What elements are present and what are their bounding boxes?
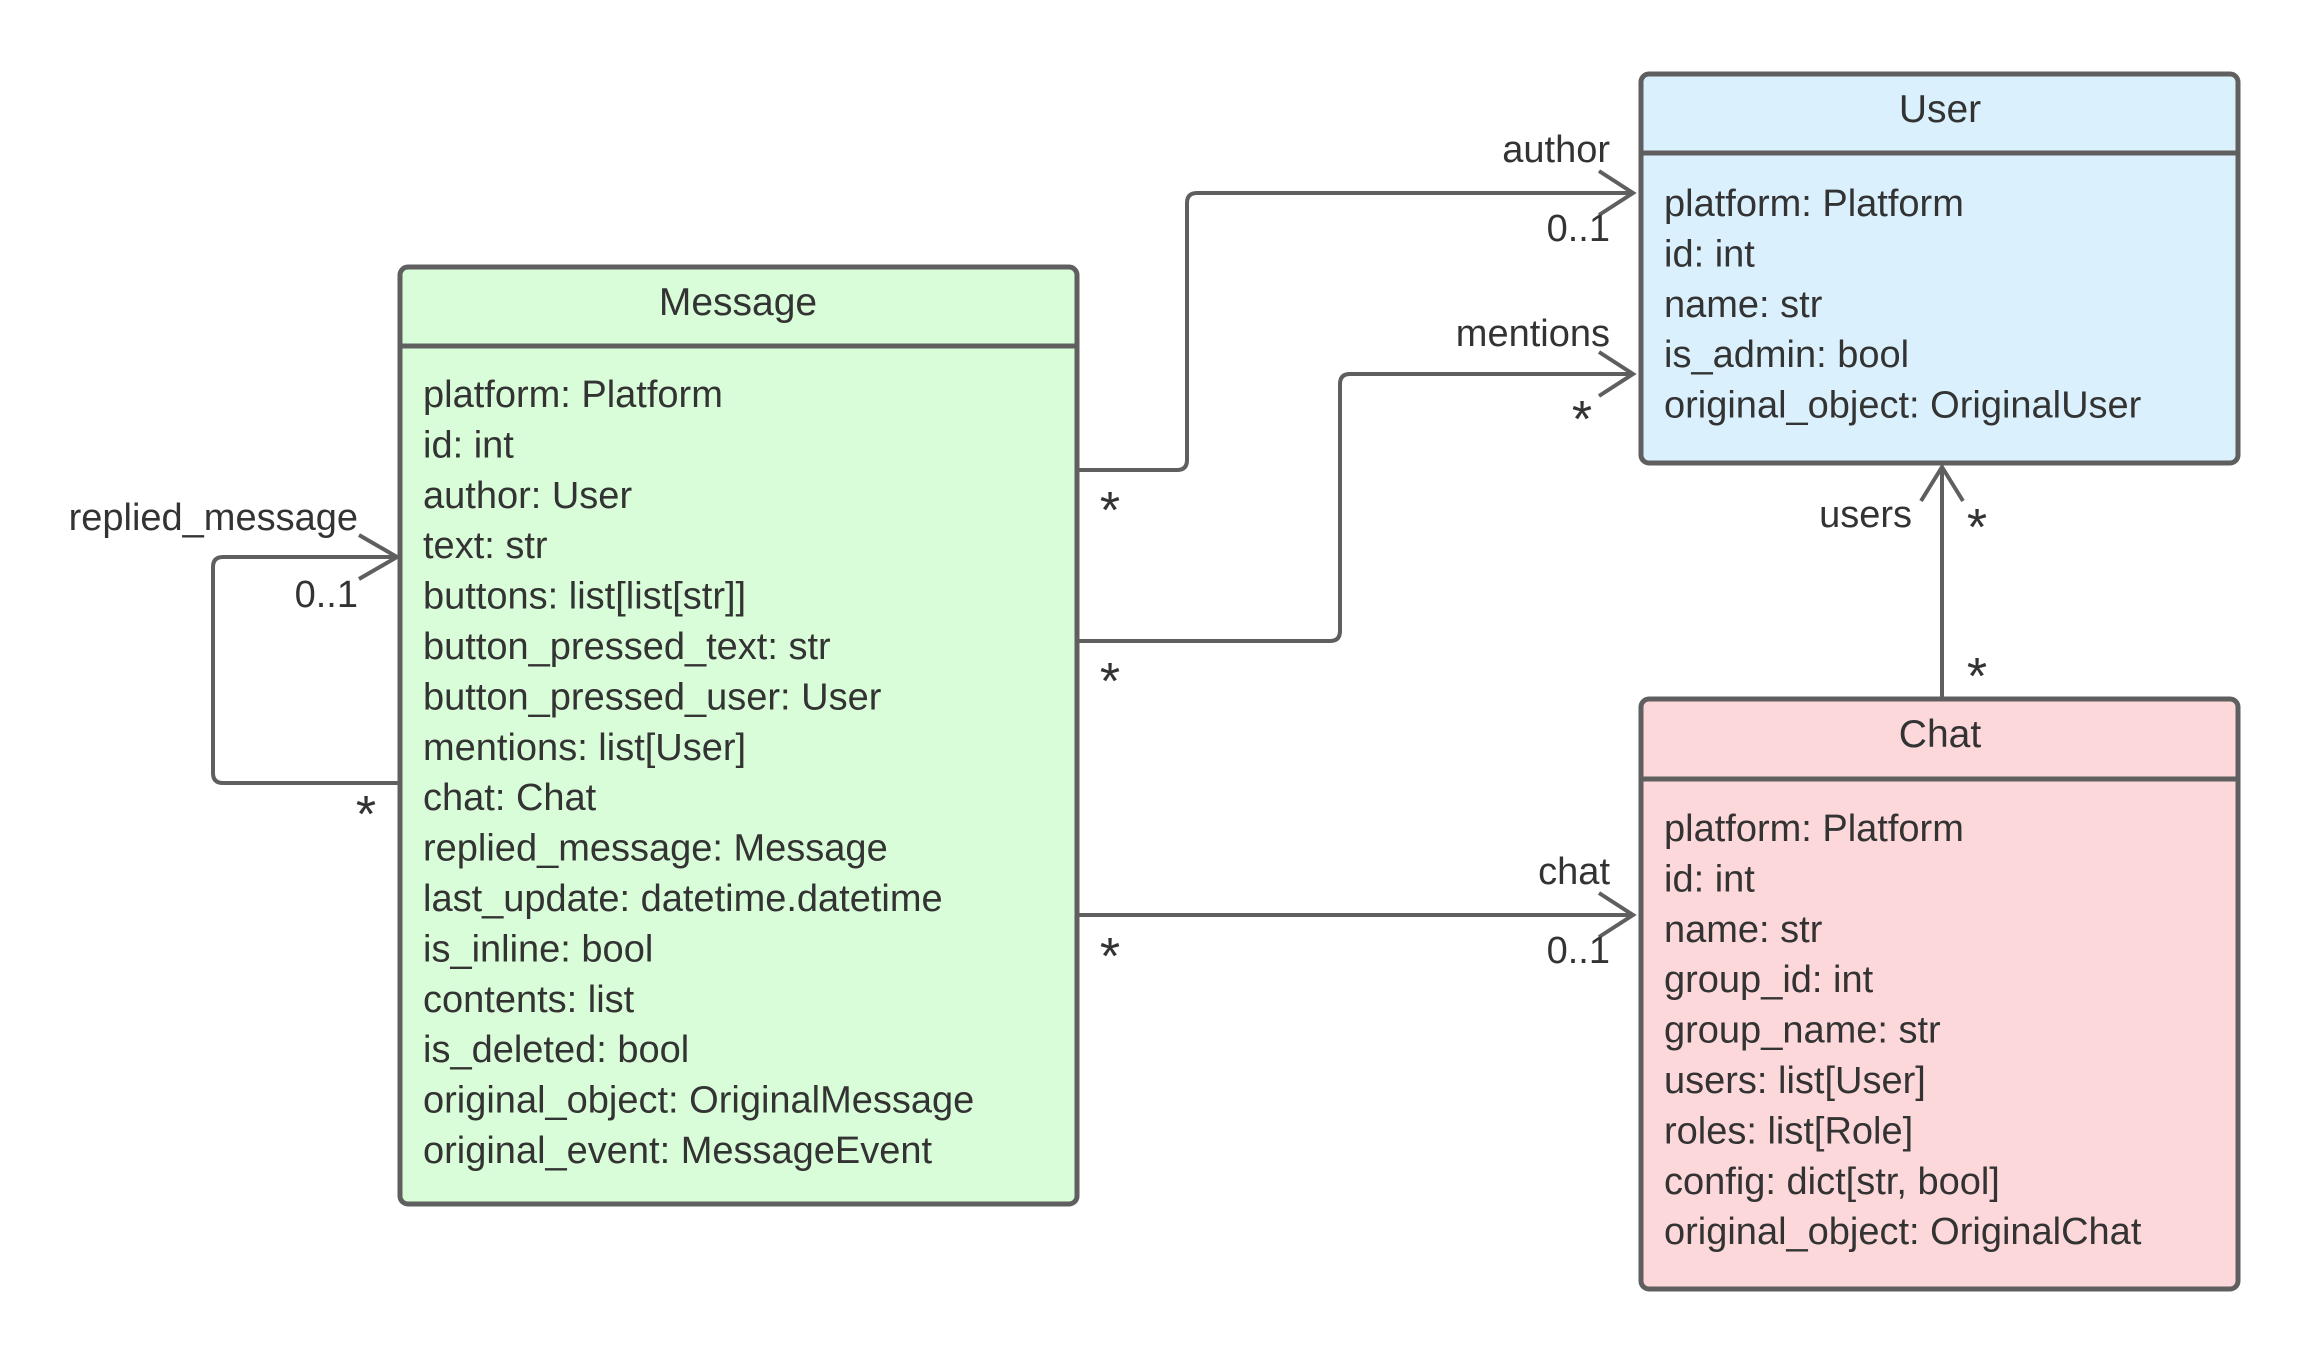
user-attribute: name: str [1664,284,1823,326]
message-attribute: replied_message: Message [423,828,888,870]
replied-message-label: replied_message [69,497,358,539]
class-chat[interactable]: Chat platform: Platform id: int name: str g… [1638,696,2241,1292]
message-attribute: original_event: MessageEvent [423,1130,933,1172]
replied-message-source-multiplicity: * [356,786,376,844]
message-attribute: contents: list [423,979,635,1021]
chat-attribute: name: str [1664,909,1823,951]
class-user[interactable]: User platform: Platform id: int name: str i… [1638,71,2241,466]
association-mentions[interactable]: mentions * * [1078,313,1637,711]
chat-attribute: platform: Platform [1664,808,1964,850]
replied-message-target-multiplicity: 0..1 [295,574,358,616]
user-class-name: User [1899,88,1981,131]
class-message[interactable]: Message platform: Platform id: int author:… [397,264,1080,1207]
chat-attribute: group_id: int [1664,959,1874,1001]
chat-attribute: original_object: OriginalChat [1664,1211,2142,1253]
association-chat[interactable]: chat 0..1 * [1078,851,1637,986]
chat-source-multiplicity: * [1100,928,1120,986]
mentions-line[interactable] [1078,372,1631,643]
message-attribute: is_deleted: bool [423,1029,689,1071]
message-attribute: original_object: OriginalMessage [423,1080,974,1122]
users-label: users [1819,494,1912,536]
message-attribute: button_pressed_text: str [423,626,831,668]
message-attribute: last_update: datetime.datetime [423,878,943,920]
message-attribute: button_pressed_user: User [423,676,882,718]
message-attribute: author: User [423,475,632,517]
message-attribute: platform: Platform [423,374,723,416]
chat-label: chat [1538,851,1610,893]
chat-attribute: roles: list[Role] [1664,1110,1913,1152]
association-users[interactable]: users * * [1819,463,1987,706]
chat-class-name: Chat [1899,713,1982,756]
message-attribute: id: int [423,424,514,466]
mentions-source-multiplicity: * [1100,653,1120,711]
uml-diagram-canvas: replied_message 0..1 * author 0..1 * men… [69,71,2241,1292]
chat-target-multiplicity: 0..1 [1547,930,1610,972]
message-attribute: text: str [423,525,548,567]
user-attribute: original_object: OriginalUser [1664,385,2142,427]
user-attribute: id: int [1664,233,1755,275]
message-attribute: is_inline: bool [423,928,653,970]
mentions-label: mentions [1456,313,1610,355]
chat-attribute: users: list[User] [1664,1060,1926,1102]
user-attribute: platform: Platform [1664,183,1964,225]
user-attribute: is_admin: bool [1664,334,1909,376]
message-attribute: buttons: list[list[str]] [423,576,746,618]
author-source-multiplicity: * [1100,482,1120,540]
message-attribute: mentions: list[User] [423,727,746,769]
message-attribute: chat: Chat [423,777,597,819]
chat-attribute: config: dict[str, bool] [1664,1161,2000,1203]
users-target-multiplicity: * [1967,499,1987,557]
author-target-multiplicity: 0..1 [1547,208,1610,250]
chat-attribute: id: int [1664,858,1755,900]
message-class-name: Message [659,281,817,324]
association-replied-message[interactable]: replied_message 0..1 * [69,497,401,844]
author-label: author [1502,129,1610,171]
chat-attribute: group_name: str [1664,1010,1941,1052]
mentions-target-multiplicity: * [1572,391,1592,449]
